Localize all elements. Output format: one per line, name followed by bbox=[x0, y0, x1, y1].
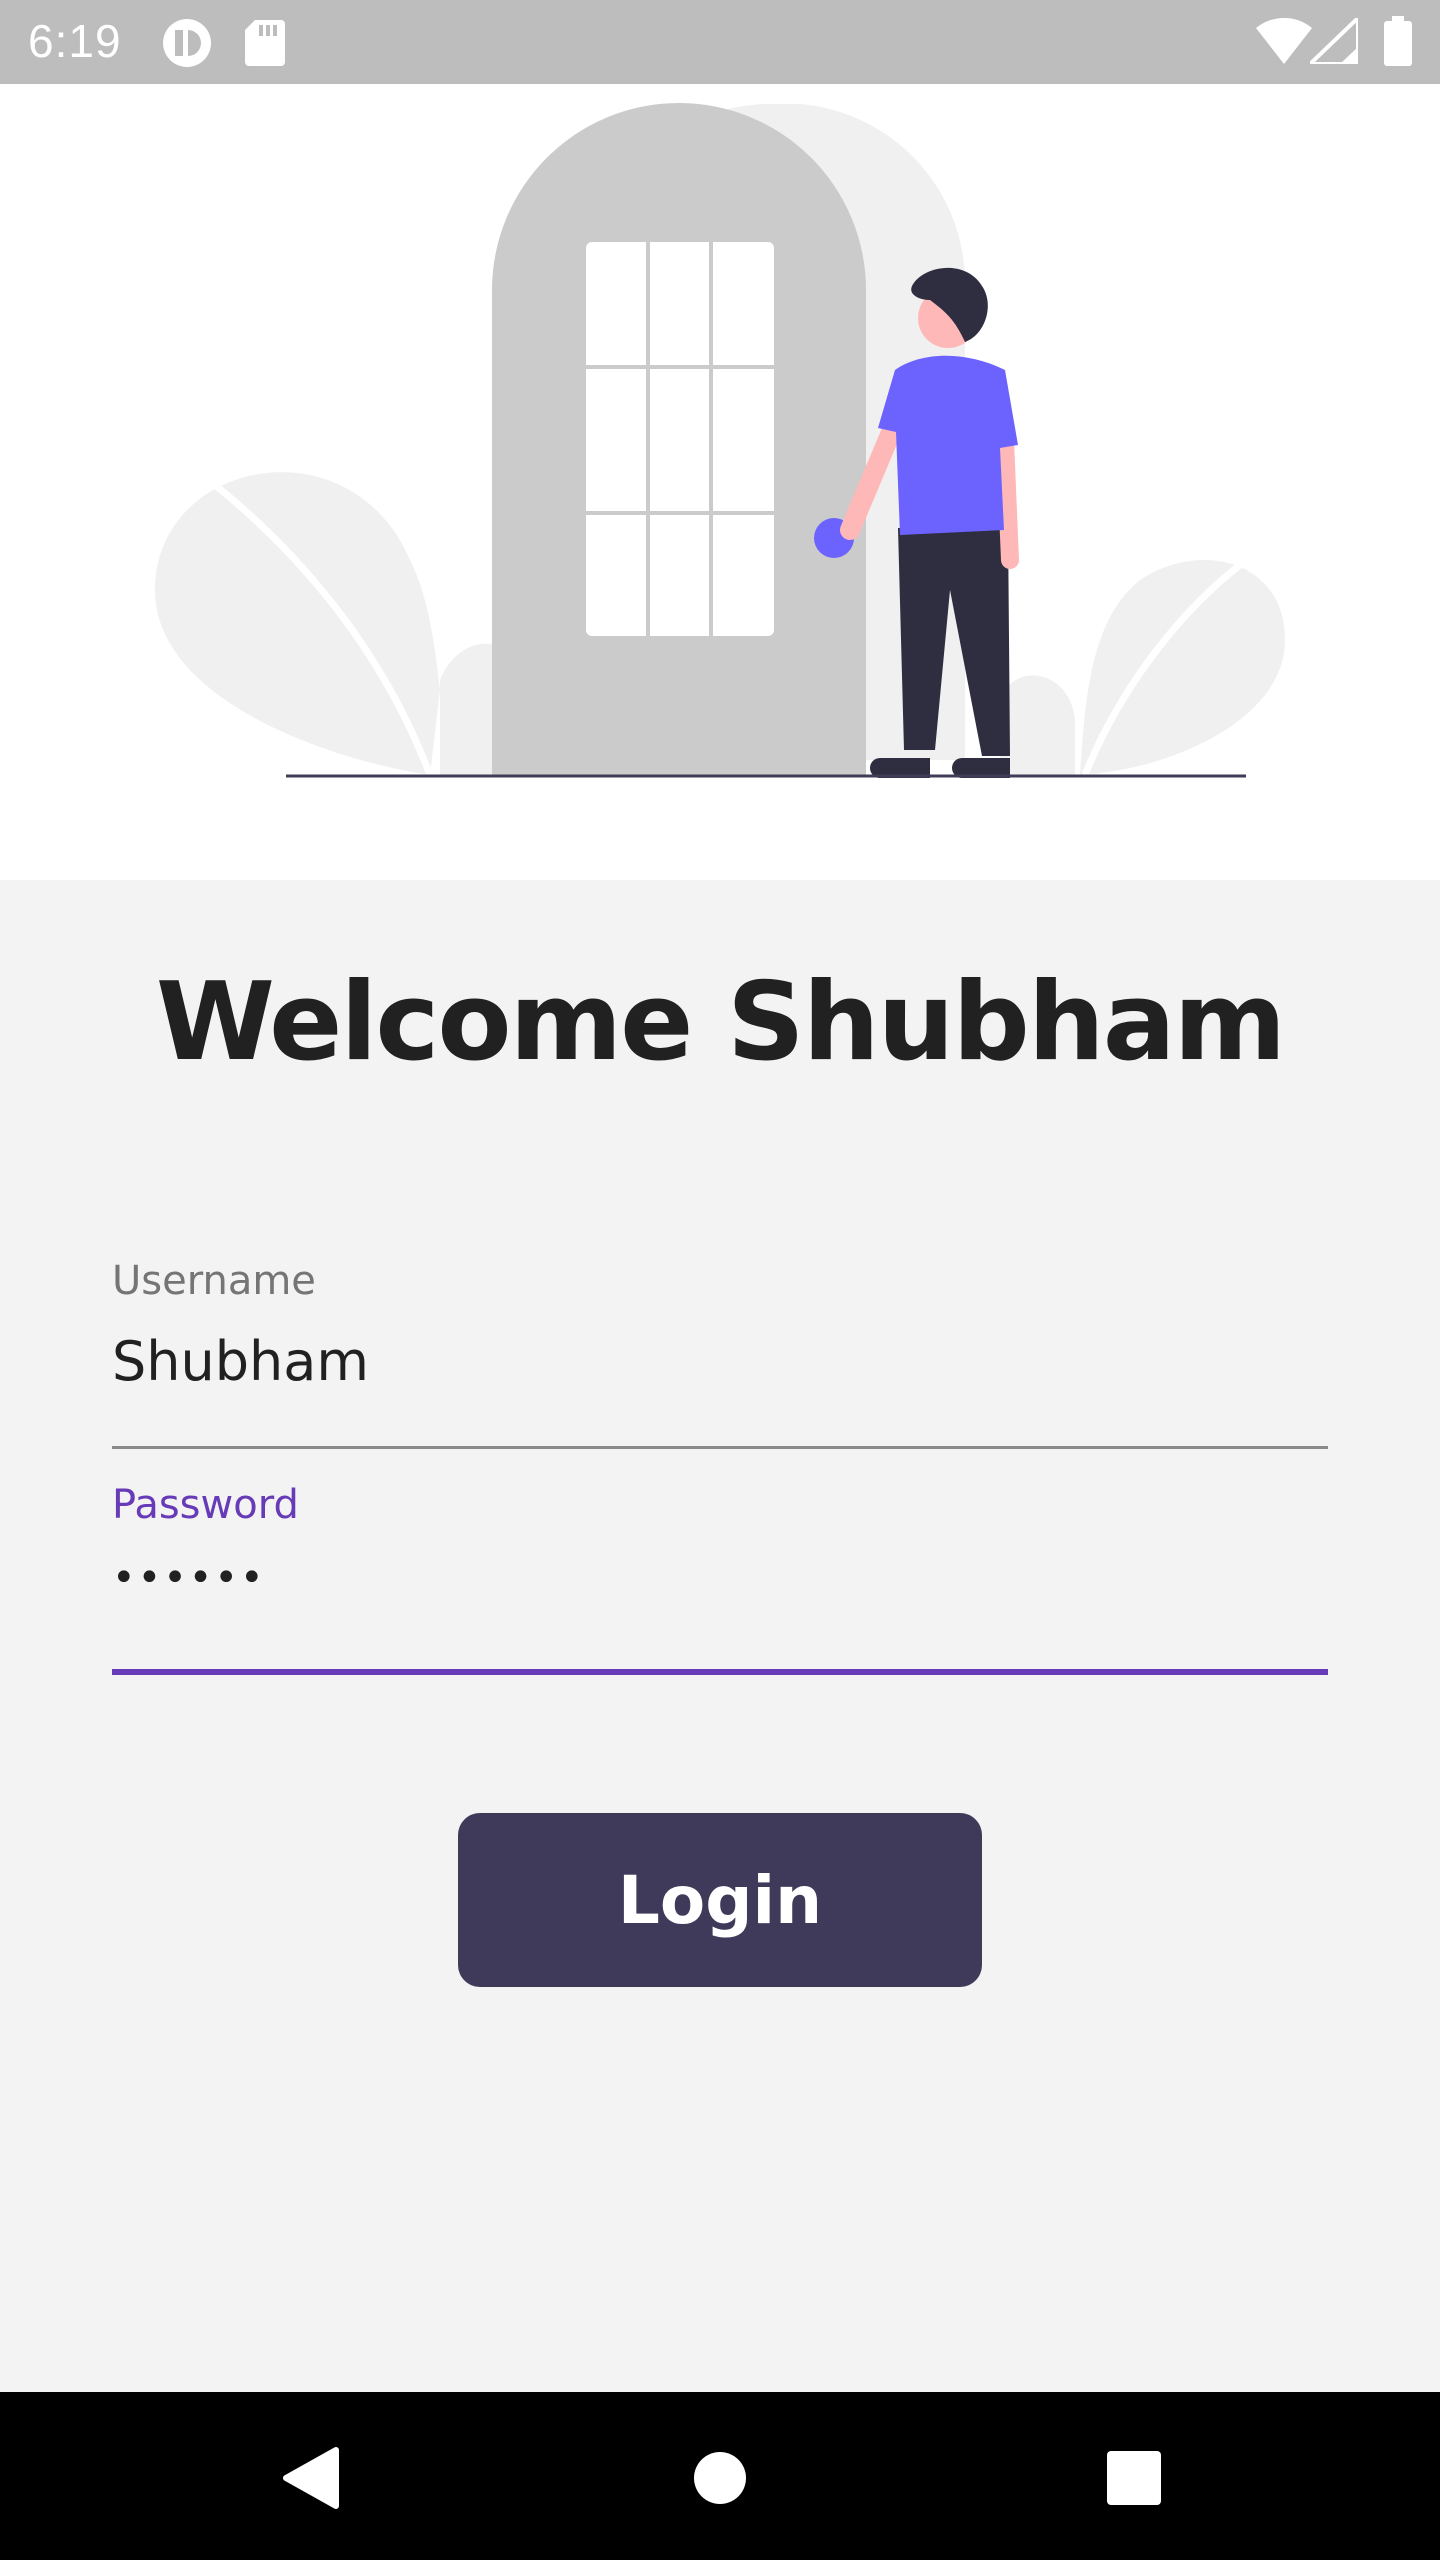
password-label: Password bbox=[112, 1482, 299, 1528]
login-form bbox=[0, 880, 1440, 2392]
sd-card-icon bbox=[245, 20, 285, 71]
person-at-door-illustration bbox=[155, 103, 1285, 778]
recents-icon[interactable] bbox=[1084, 2428, 1184, 2528]
password-field[interactable]: •••••• bbox=[112, 1555, 266, 1601]
username-label: Username bbox=[112, 1258, 316, 1304]
cell-signal-icon bbox=[1305, 13, 1360, 69]
status-bar: 6:19 bbox=[0, 0, 1440, 84]
username-field[interactable]: Shubham bbox=[112, 1330, 369, 1393]
back-icon[interactable] bbox=[260, 2428, 360, 2528]
battery-icon bbox=[1384, 16, 1412, 71]
home-icon[interactable] bbox=[670, 2428, 770, 2528]
username-underline bbox=[112, 1446, 1328, 1449]
navigation-bar bbox=[0, 2392, 1440, 2560]
welcome-title: Welcome Shubham bbox=[155, 960, 1286, 1085]
wifi-icon bbox=[1256, 17, 1312, 69]
app-notification-icon bbox=[162, 18, 212, 73]
password-underline bbox=[112, 1669, 1328, 1675]
hero-illustration bbox=[0, 84, 1440, 880]
status-time: 6:19 bbox=[28, 15, 122, 67]
login-button[interactable]: Login bbox=[458, 1813, 982, 1987]
